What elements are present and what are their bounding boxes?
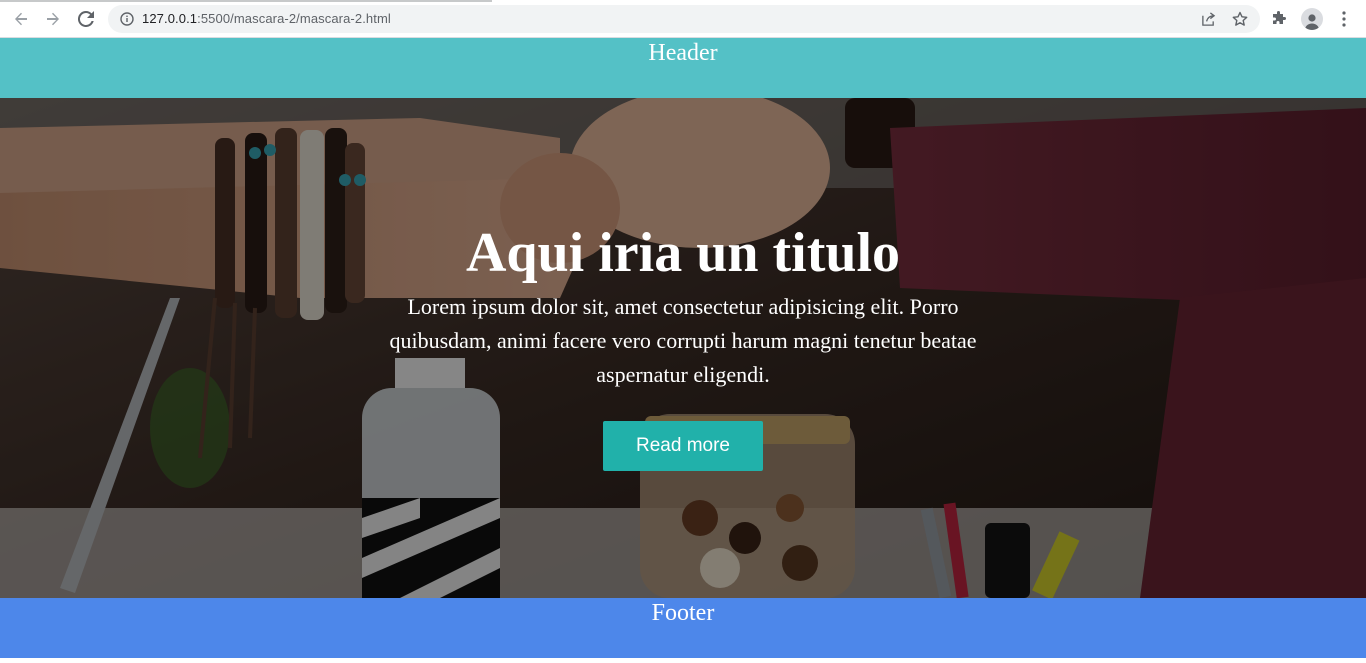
address-bar[interactable]: 127.0.0.1:5500/mascara-2/mascara-2.html — [108, 5, 1260, 33]
browser-menu-kebab-icon[interactable] — [1332, 7, 1356, 31]
hero-title: Aqui iria un titulo — [465, 222, 901, 284]
url-path: :5500/mascara-2/mascara-2.html — [197, 11, 391, 26]
url-host: 127.0.0.1 — [142, 11, 198, 26]
page-header: Header — [0, 38, 1366, 98]
share-icon[interactable] — [1199, 10, 1217, 28]
page-bottom-strip — [0, 658, 1366, 663]
hero-description: Lorem ipsum dolor sit, amet consectetur … — [389, 294, 977, 387]
forward-arrow-icon[interactable] — [41, 7, 65, 31]
browser-toolbar: 127.0.0.1:5500/mascara-2/mascara-2.html — [0, 0, 1366, 38]
tab-indicator — [0, 0, 492, 2]
page-footer: Footer — [0, 598, 1366, 658]
footer-text: Footer — [651, 600, 715, 626]
bookmark-star-icon[interactable] — [1231, 10, 1249, 28]
read-more-button[interactable]: Read more — [603, 421, 763, 471]
hero-content: Aqui iria un titulo Lorem ipsum dolor si… — [0, 220, 1366, 471]
site-info-icon[interactable] — [118, 10, 136, 28]
hero-section: Aqui iria un titulo Lorem ipsum dolor si… — [0, 98, 1366, 598]
reload-icon[interactable] — [74, 7, 98, 31]
back-arrow-icon[interactable] — [9, 7, 33, 31]
url-text: 127.0.0.1:5500/mascara-2/mascara-2.html — [142, 11, 391, 26]
header-text: Header — [648, 40, 718, 66]
extensions-puzzle-icon[interactable] — [1267, 7, 1291, 31]
profile-avatar-icon[interactable] — [1300, 7, 1324, 31]
